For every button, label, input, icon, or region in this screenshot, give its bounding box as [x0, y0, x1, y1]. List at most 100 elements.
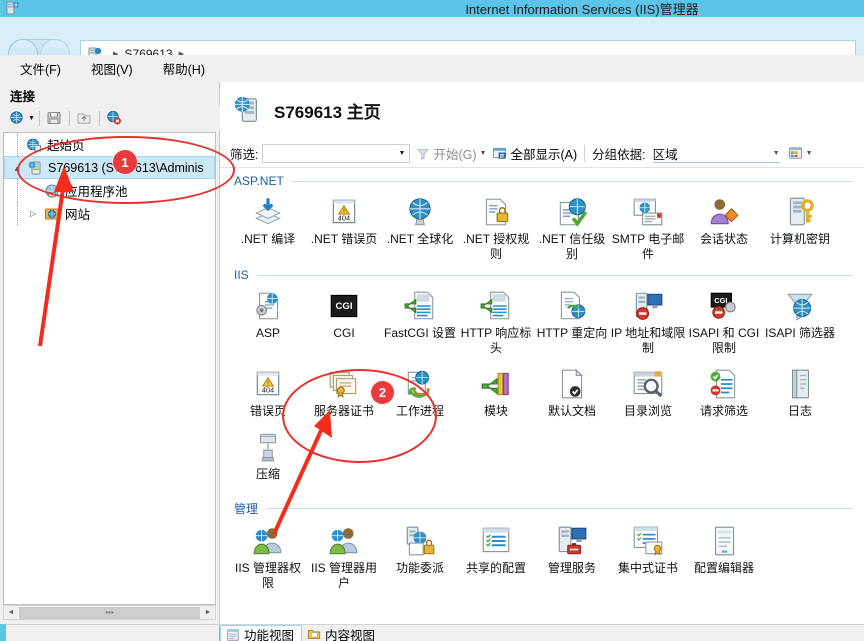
tree-guide-line	[17, 202, 19, 225]
view-mode-caret-icon[interactable]: ▼	[806, 150, 813, 157]
scroll-thumb[interactable]: •••	[19, 606, 200, 619]
feature-tile-logging[interactable]: 日志	[762, 360, 838, 419]
start-caret-icon[interactable]: ▼	[480, 150, 487, 157]
feature-tile-iis-manager-permissions[interactable]: IIS 管理器权限	[230, 517, 306, 591]
section-iis-row-3: 压缩	[220, 419, 864, 482]
view-mode-icon	[788, 147, 802, 159]
left-status-bar	[0, 624, 219, 641]
iis-manager-window: Internet Information Services (IIS)管理器 ←…	[0, 0, 864, 641]
view-mode-button[interactable]: ▼	[788, 146, 813, 161]
feature-tile-http-redirect[interactable]: HTTP 重定向	[534, 282, 610, 356]
feature-label: 请求筛选	[699, 404, 748, 418]
feature-tile-ip-restrictions[interactable]: IP 地址和域限制	[610, 282, 686, 356]
server-certificates-icon	[329, 371, 357, 399]
shared-configuration-icon	[482, 527, 510, 553]
feature-tile-server-certificates[interactable]: 服务器证书	[306, 360, 382, 419]
feature-tile-configuration-editor[interactable]: 配置编辑器	[686, 517, 762, 591]
feature-tile-feature-delegation[interactable]: 功能委派	[382, 517, 458, 591]
feature-label: 管理服务	[547, 561, 596, 575]
connect-to-caret-icon[interactable]: ▼	[28, 115, 35, 122]
features-view-icon	[227, 628, 239, 641]
connections-tree[interactable]: 起始页 ▲ S769613 (S769613\Adminis 应用程序池 ▷ 网…	[3, 132, 216, 605]
feature-tile-net-authorization-rules[interactable]: .NET 授权规则	[458, 188, 534, 262]
connect-to-button[interactable]	[6, 108, 27, 128]
window-title: Internet Information Services (IIS)管理器	[465, 2, 699, 17]
feature-tile-iis-manager-users[interactable]: IIS 管理器用户	[306, 517, 382, 591]
filter-input[interactable]: ▼	[262, 144, 411, 163]
feature-tile-smtp-email[interactable]: SMTP 电子邮件	[610, 188, 686, 262]
tree-item-label: S769613 (S769613\Adminis	[48, 160, 204, 175]
iis-manager-permissions-icon	[253, 528, 282, 555]
asp-icon	[256, 292, 279, 320]
feature-tile-net-error-pages[interactable]: ! 404 .NET 错误页	[306, 188, 382, 262]
feature-tile-default-document[interactable]: 默认文档	[534, 360, 610, 419]
scroll-right-icon[interactable]: ►	[201, 609, 215, 616]
feature-tile-isapi-filters[interactable]: ISAPI 筛选器	[762, 282, 838, 356]
tree-item-server[interactable]: ▲ S769613 (S769613\Adminis	[4, 156, 215, 179]
feature-tile-error-pages[interactable]: ! 404 错误页	[230, 360, 306, 419]
start-filter-button[interactable]: 开始(G) ▼	[416, 144, 486, 163]
collapse-triangle-icon[interactable]: ▲	[13, 164, 22, 173]
feature-label: .NET 授权规则	[462, 232, 530, 261]
feature-label: 计算机密钥	[769, 232, 830, 246]
filter-label: 筛选:	[230, 148, 259, 162]
tree-item-application-pools[interactable]: 应用程序池	[4, 179, 215, 202]
tree-item-label: 应用程序池	[65, 185, 128, 199]
sites-icon	[45, 208, 59, 219]
feature-tile-isapi-cgi-restrictions[interactable]: CGI ISAPI 和 CGI 限制	[686, 282, 762, 356]
feature-tile-compression[interactable]: 压缩	[230, 423, 306, 482]
menu-view[interactable]: 视图(V)	[81, 55, 143, 82]
net-globalization-icon	[409, 198, 431, 226]
isapi-filters-icon	[787, 293, 813, 321]
feature-tile-session-state[interactable]: 会话状态	[686, 188, 762, 262]
save-button[interactable]	[44, 108, 65, 128]
tree-horizontal-scrollbar[interactable]: ◄ ••• ►	[3, 605, 216, 620]
content-view-icon	[307, 630, 321, 639]
tab-label: 内容视图	[325, 628, 376, 641]
scroll-left-icon[interactable]: ◄	[4, 609, 18, 616]
tab-content-view[interactable]: 内容视图	[302, 625, 382, 641]
section-iis-row-2: ! 404 错误页 服务器证书 工作进程 模块 默认文档 目录浏览 请求筛选 日…	[220, 356, 864, 419]
menu-file[interactable]: 文件(F)	[10, 55, 71, 82]
menu-bar: 文件(F) 视图(V) 帮助(H)	[0, 55, 864, 83]
feature-label: ISAPI 和 CGI 限制	[688, 326, 760, 355]
start-page-icon	[27, 138, 41, 151]
feature-tile-cgi[interactable]: CGI CGI	[306, 282, 382, 356]
feature-tile-net-globalization[interactable]: .NET 全球化	[382, 188, 458, 262]
disconnect-button[interactable]	[104, 108, 125, 128]
feature-tile-directory-browsing[interactable]: 目录浏览	[610, 360, 686, 419]
feature-tile-net-trust-levels[interactable]: .NET 信任级别	[534, 188, 610, 262]
section-header-iis: IIS	[234, 268, 864, 282]
feature-delegation-icon	[406, 526, 435, 556]
groupby-select[interactable]: 区域 ▼	[652, 144, 780, 163]
tree-item-start-page[interactable]: 起始页	[4, 133, 215, 156]
feature-tile-management-service[interactable]: 管理服务	[534, 517, 610, 591]
feature-tile-asp[interactable]: ASP	[230, 282, 306, 356]
up-one-level-button[interactable]	[74, 108, 95, 128]
show-all-button[interactable]: 全部显示(A)	[492, 144, 577, 163]
feature-tile-request-filtering[interactable]: 请求筛选	[686, 360, 762, 419]
filter-caret-icon[interactable]: ▼	[399, 150, 406, 157]
disk-icon	[47, 112, 61, 124]
expand-triangle-icon[interactable]: ▷	[30, 209, 39, 218]
feature-tile-modules[interactable]: 模块	[458, 360, 534, 419]
feature-tile-fastcgi-settings[interactable]: FastCGI 设置	[382, 282, 458, 356]
feature-tile-net-compilation[interactable]: .NET 编译	[230, 188, 306, 262]
tab-features-view[interactable]: 功能视图	[220, 625, 303, 641]
feature-label: IIS 管理器权限	[234, 561, 301, 590]
section-aspnet-row-1: .NET 编译 ! 404 .NET 错误页 .NET 全球化 .NET 授权规…	[220, 188, 864, 262]
directory-browsing-icon	[633, 371, 663, 398]
connections-toolbar: ▼	[0, 106, 225, 130]
logging-icon	[792, 369, 810, 399]
feature-tile-shared-configuration[interactable]: 共享的配置	[458, 517, 534, 591]
feature-tile-http-response-headers[interactable]: HTTP 响应标头	[458, 282, 534, 356]
section-iis-row-1: ASP CGI CGI FastCGI 设置 HTTP 响应标头 HTTP 重定…	[220, 282, 864, 356]
groupby-caret-icon[interactable]: ▼	[773, 150, 780, 157]
menu-help[interactable]: 帮助(H)	[153, 55, 215, 82]
page-title-row: S769613 主页	[220, 88, 381, 132]
feature-tile-centralized-certificates[interactable]: 集中式证书	[610, 517, 686, 591]
feature-tile-worker-processes[interactable]: 工作进程	[382, 360, 458, 419]
feature-tile-machine-key[interactable]: 计算机密钥	[762, 188, 838, 262]
tree-item-sites[interactable]: ▷ 网站	[4, 202, 215, 225]
feature-label: ISAPI 筛选器	[764, 326, 835, 340]
